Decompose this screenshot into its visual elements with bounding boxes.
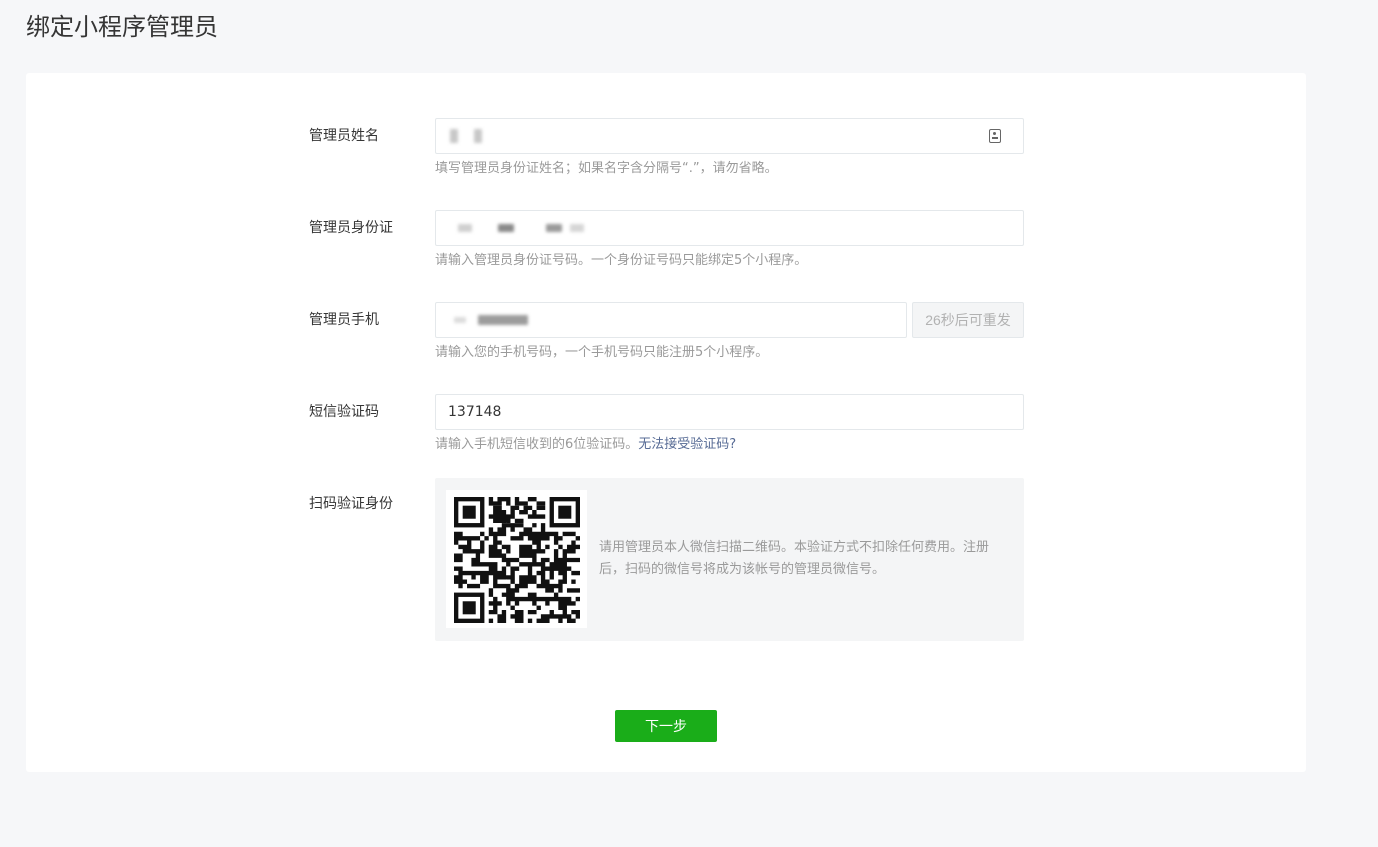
redacted-value	[546, 224, 562, 232]
sms-help-link[interactable]: 无法接受验证码?	[638, 437, 736, 452]
name-label: 管理员姓名	[309, 128, 379, 144]
page-title: 绑定小程序管理员	[26, 13, 218, 41]
id-card-label: 管理员身份证	[309, 220, 393, 236]
qr-panel: 请用管理员本人微信扫描二维码。本验证方式不扣除任何费用。注册后，扫码的微信号将成…	[435, 478, 1024, 641]
redacted-value	[450, 129, 458, 143]
form-card: 管理员姓名 填写管理员身份证姓名；如果名字含分隔号“.”，请勿省略。 管理员身份…	[26, 73, 1306, 772]
phone-input[interactable]	[435, 302, 907, 338]
sms-label: 短信验证码	[309, 404, 379, 420]
redacted-value	[474, 129, 482, 143]
name-input[interactable]	[435, 118, 1024, 154]
next-step-button[interactable]: 下一步	[615, 710, 717, 742]
id-card-hint: 请输入管理员身份证号码。一个身份证号码只能绑定5个小程序。	[435, 253, 808, 268]
qr-code-image	[454, 497, 580, 623]
redacted-value	[458, 224, 472, 232]
sms-code-value: 137148	[448, 404, 502, 420]
resend-code-button[interactable]: 26秒后可重发	[912, 302, 1024, 338]
redacted-value	[454, 317, 466, 323]
scan-label: 扫码验证身份	[309, 496, 393, 512]
sms-hint: 请输入手机短信收到的6位验证码。无法接受验证码?	[435, 436, 736, 454]
sms-hint-text: 请输入手机短信收到的6位验证码。	[435, 437, 639, 452]
qr-code[interactable]	[446, 490, 587, 628]
redacted-value	[478, 315, 528, 325]
qr-instruction: 请用管理员本人微信扫描二维码。本验证方式不扣除任何费用。注册后，扫码的微信号将成…	[599, 540, 990, 577]
phone-label: 管理员手机	[309, 312, 379, 328]
redacted-value	[498, 224, 514, 232]
sms-code-input[interactable]: 137148	[435, 394, 1024, 430]
phone-hint: 请输入您的手机号码，一个手机号码只能注册5个小程序。	[435, 345, 769, 360]
name-hint: 填写管理员身份证姓名；如果名字含分隔号“.”，请勿省略。	[435, 161, 778, 176]
id-card-input[interactable]	[435, 210, 1024, 246]
id-card-icon[interactable]	[989, 129, 1001, 143]
redacted-value	[570, 224, 584, 232]
